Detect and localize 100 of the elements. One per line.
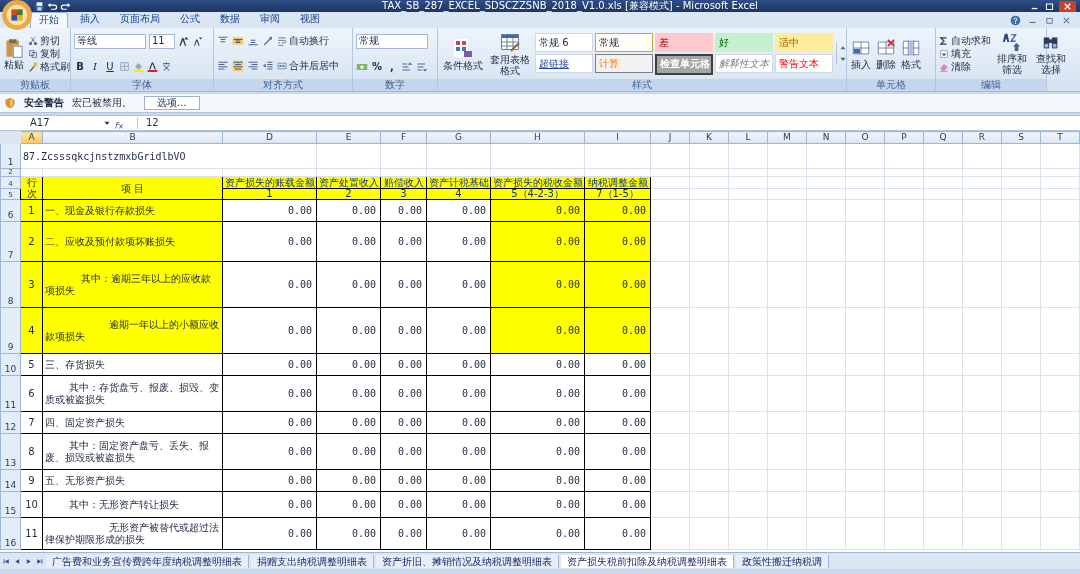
merge-icon[interactable] [277,61,287,71]
row-header[interactable]: 9 [0,307,21,354]
cell-style[interactable]: 警告文本 [775,53,833,73]
row-header[interactable]: 8 [0,261,21,308]
number-style-button[interactable]: % [371,60,383,73]
row-header[interactable]: 13 [0,433,21,470]
number-style-button[interactable]: , [386,60,398,73]
column-header[interactable]: F [380,131,427,144]
cell-style[interactable]: 常规 6 [535,32,593,52]
sheet-tab[interactable]: 资产损失税前扣除及纳税调整明细表 [561,554,734,568]
column-header[interactable]: E [316,131,381,144]
column-header[interactable]: N [806,131,846,144]
row-header[interactable]: 11 [0,375,21,412]
column-header[interactable]: I [584,131,651,144]
column-header[interactable]: G [426,131,491,144]
ribbon-tab[interactable]: 数据 [212,12,248,28]
align-middle-icon[interactable] [232,35,244,47]
merge-button[interactable]: 合并后居中 [277,60,339,72]
sheet-tab[interactable]: 广告费和业务宣传费跨年度纳税调整明细表 [46,554,249,568]
editing-button[interactable]: 清除 [939,60,991,73]
ribbon-tab[interactable]: 视图 [292,12,328,28]
wrap-icon[interactable] [277,36,287,46]
cells-button[interactable]: 插入 [850,36,872,71]
cell-style[interactable]: 差 [655,32,713,52]
wrap-text-button[interactable]: 自动换行 [277,35,329,47]
first-sheet-icon[interactable] [2,556,11,566]
column-header[interactable]: O [845,131,885,144]
font-style-button[interactable]: B [74,60,86,73]
save-icon[interactable] [34,0,45,12]
column-header[interactable]: K [689,131,729,144]
grow-font-icon[interactable] [178,36,189,47]
sheet-tab[interactable]: 政策性搬迁纳税调 [736,554,829,568]
formula-field[interactable]: 12 [137,117,1080,129]
cells-button[interactable]: 格式 [900,36,922,71]
style-button[interactable]: 条件格式 [441,35,485,72]
phonetic-icon[interactable] [161,61,172,72]
column-header[interactable]: P [884,131,924,144]
ribbon-tab[interactable]: 公式 [172,12,208,28]
close-workbook-icon[interactable] [1061,15,1072,26]
cell-style[interactable]: 超链接 [535,53,593,73]
align-right-icon[interactable] [247,60,259,72]
maximize-button[interactable] [1044,0,1055,12]
increase-decimal-icon[interactable] [401,60,413,73]
font-style-button[interactable]: U [104,60,116,73]
editing-button[interactable]: 填充 [939,47,991,60]
style-button[interactable]: 套用表格格式 [488,30,532,77]
sheet-tab[interactable]: 捐赠支出纳税调整明细表 [251,554,374,568]
ribbon-tab[interactable]: 插入 [72,12,108,28]
editing-button[interactable]: 查找和选择 [1033,31,1069,76]
paste-icon[interactable] [4,37,24,58]
font-name-field[interactable]: 等线 [74,34,146,49]
options-button[interactable]: 选项... [144,96,200,110]
column-header[interactable]: T [1040,131,1080,144]
decrease-indent-icon[interactable] [262,60,274,72]
column-header[interactable]: S [1001,131,1041,144]
cells-button[interactable]: 删除 [875,36,897,71]
paste-button[interactable]: 粘贴 [3,36,25,71]
brush-icon[interactable] [28,61,38,72]
row-header[interactable]: 16 [0,517,21,550]
column-header[interactable]: J [650,131,690,144]
clipboard-button[interactable]: 格式刷 [28,60,70,73]
column-header[interactable]: A [20,131,43,144]
column-header[interactable]: M [767,131,807,144]
row-header[interactable]: 14 [0,469,21,492]
ribbon-tab[interactable]: 开始 [30,12,68,28]
fill-icon[interactable] [939,48,949,59]
sort-icon[interactable] [1002,32,1022,52]
number-format-field[interactable]: 常规 [356,34,428,49]
row-header[interactable]: 15 [0,491,21,518]
shrink-font-icon[interactable] [192,36,203,47]
sheet-tab[interactable]: 资产折旧、摊销情况及纳税调整明细表 [376,554,559,568]
delete-cells-icon[interactable] [876,37,896,58]
help-icon[interactable] [1010,15,1021,26]
cell-style[interactable]: 解释性文本 [715,53,773,73]
row-header[interactable]: 10 [0,353,21,376]
row-header[interactable]: 12 [0,411,21,434]
cell-style[interactable]: 好 [715,32,773,52]
editing-button[interactable]: 排序和筛选 [994,31,1030,76]
column-header[interactable]: H [490,131,585,144]
column-header[interactable]: Q [923,131,963,144]
column-header[interactable]: R [962,131,1002,144]
decrease-decimal-icon[interactable] [416,60,428,73]
editing-button[interactable]: 自动求和 [939,34,991,47]
align-center-icon[interactable] [232,60,244,72]
column-header[interactable]: B [42,131,223,144]
clipboard-button[interactable]: 剪切 [28,34,70,47]
font-size-field[interactable]: 11 [149,34,175,49]
fill-color-icon[interactable] [133,61,144,72]
font-color-icon[interactable] [147,61,158,72]
column-header[interactable]: D [222,131,317,144]
name-box[interactable]: A17 [0,117,102,129]
conditional-format-icon[interactable] [452,36,474,59]
row-header[interactable]: 1 [0,143,21,169]
ribbon-tab[interactable]: 审阅 [252,12,288,28]
orientation-icon[interactable] [262,35,274,47]
align-left-icon[interactable] [217,60,229,72]
copy-icon[interactable] [28,48,38,59]
cell-style[interactable]: 常规 [595,32,653,52]
table-format-icon[interactable] [499,31,521,53]
last-sheet-icon[interactable] [35,556,44,566]
